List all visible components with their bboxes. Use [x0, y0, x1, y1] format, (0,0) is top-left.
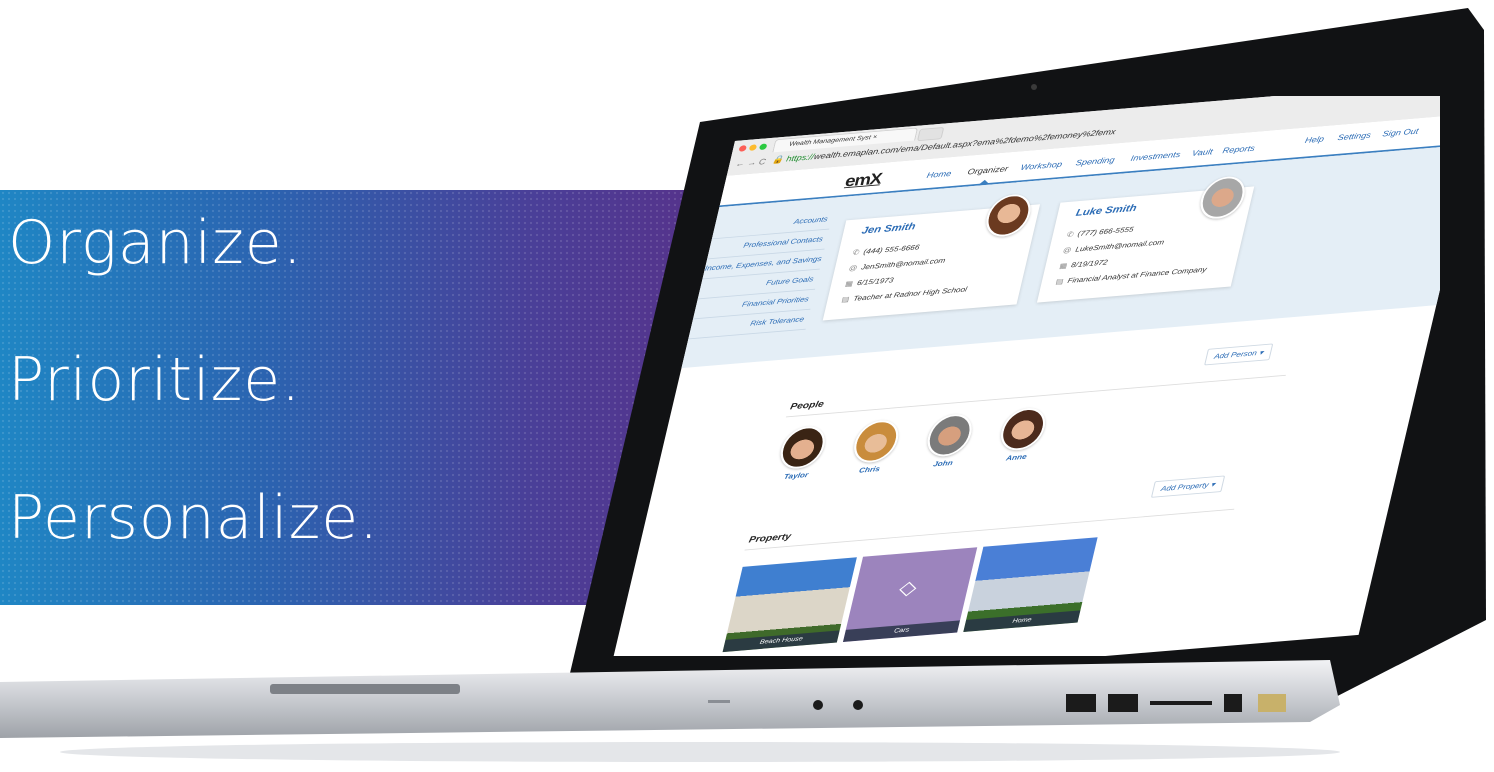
headphone-port — [813, 700, 823, 710]
property-section-title: Property — [747, 532, 792, 546]
url-scheme: https:// — [785, 152, 816, 164]
property-divider — [744, 508, 1235, 551]
sd-slot — [1150, 701, 1212, 705]
client-name: Luke Smith — [1074, 202, 1138, 219]
person-avatar — [776, 424, 830, 471]
mic-port — [853, 700, 863, 710]
webcam — [1031, 84, 1037, 90]
briefcase-icon: ▤ — [840, 295, 851, 304]
nav-vault[interactable]: Vault — [1191, 147, 1214, 157]
client-job-value: Teacher at Radnor High School — [852, 285, 968, 303]
laptop-base — [0, 660, 1340, 738]
nav-home[interactable]: Home — [926, 169, 953, 180]
client-job: ▤ Teacher at Radnor High School — [841, 285, 968, 303]
maximize-window-icon[interactable] — [758, 143, 768, 151]
slogan-line-personalize: Personalize. — [8, 483, 380, 553]
person-item[interactable]: Taylor — [773, 424, 830, 482]
emx-logo[interactable]: emX — [843, 170, 883, 191]
usb-port-2 — [1108, 694, 1138, 712]
client-phone: ✆ (444) 555-6666 — [852, 243, 921, 256]
email-icon: @ — [1062, 245, 1073, 255]
usb-port-1 — [1066, 694, 1096, 712]
client-dob: ▦ 8/19/1972 — [1059, 258, 1109, 270]
browser-nav-icons[interactable]: ← → C — [735, 157, 767, 168]
client-email: @ LukeSmith@nomail.com — [1062, 238, 1165, 254]
laptop-shadow — [60, 742, 1340, 762]
nav-settings[interactable]: Settings — [1337, 131, 1372, 142]
client-phone: ✆ (777) 666-5555 — [1066, 225, 1135, 238]
indicator-light — [708, 700, 730, 703]
laptop-screen: Wealth Management Syst × ← → C 🔒 https:/… — [600, 96, 1440, 656]
new-tab-button[interactable] — [916, 126, 945, 142]
trackpad-notch — [270, 684, 460, 694]
close-window-icon[interactable] — [738, 145, 748, 152]
person-item[interactable]: John — [920, 412, 977, 470]
person-item[interactable]: Chris — [846, 418, 903, 476]
person-item[interactable]: Anne — [993, 406, 1050, 463]
client-email-value: LukeSmith@nomail.com — [1074, 238, 1166, 254]
property-tile-beach-house[interactable]: Beach House — [722, 557, 857, 653]
nav-help[interactable]: Help — [1304, 134, 1325, 144]
nav-workshop[interactable]: Workshop — [1020, 160, 1063, 172]
nav-sign-out[interactable]: Sign Out — [1382, 127, 1420, 139]
property-label: Beach House — [722, 630, 840, 653]
property-label: Home — [963, 610, 1081, 633]
nav-organizer[interactable]: Organizer — [967, 164, 1009, 176]
client-job-value: Financial Analyst at Finance Company — [1066, 265, 1208, 285]
property-label: Cars — [842, 620, 961, 643]
add-person-button[interactable]: Add Person ▾ — [1204, 343, 1274, 366]
client-card-spouse[interactable]: Luke Smith ✆ (777) 666-5555 @ LukeSmith@no… — [1036, 174, 1255, 303]
calendar-icon: ▦ — [844, 279, 854, 288]
person-name: John — [932, 458, 954, 469]
property-tile-cars[interactable]: ◇ Cars — [842, 547, 978, 643]
lock-icon: 🔒 — [771, 154, 785, 165]
briefcase-icon: ▤ — [1054, 277, 1065, 286]
client-dob-value: 8/19/1972 — [1070, 258, 1109, 270]
client-phone-value: (777) 666-5555 — [1076, 225, 1135, 238]
nav-spending[interactable]: Spending — [1075, 155, 1116, 167]
client-name: Jen Smith — [860, 221, 917, 237]
minimize-window-icon[interactable] — [748, 144, 758, 151]
client-dob-value: 6/15/1973 — [856, 276, 895, 287]
client-email-value: JenSmith@nomail.com — [860, 256, 947, 272]
tab-title: Wealth Management Syst — [788, 134, 872, 148]
email-icon: @ — [848, 263, 859, 273]
client-email: @ JenSmith@nomail.com — [848, 256, 946, 272]
person-name: Chris — [858, 464, 881, 475]
property-tile-home[interactable]: Home — [963, 537, 1098, 633]
nav-reports[interactable]: Reports — [1222, 144, 1256, 155]
person-name: Anne — [1005, 452, 1028, 463]
person-avatar — [849, 418, 903, 465]
calendar-icon: ▦ — [1058, 261, 1069, 271]
diamond-icon: ◇ — [897, 575, 920, 600]
person-avatar — [996, 406, 1050, 452]
people-section-title: People — [789, 399, 825, 412]
add-property-button[interactable]: Add Property ▾ — [1150, 475, 1226, 498]
phone-icon: ✆ — [851, 248, 861, 257]
person-avatar — [923, 412, 976, 458]
magsafe-port — [1258, 694, 1286, 712]
person-name: Taylor — [783, 470, 810, 481]
thunderbolt-port — [1224, 694, 1242, 712]
nav-investments[interactable]: Investments — [1130, 150, 1182, 163]
slogan-line-prioritize: Prioritize. — [8, 345, 302, 415]
client-dob: ▦ 6/15/1973 — [844, 276, 894, 288]
browser-window: Wealth Management Syst × ← → C 🔒 https:/… — [603, 96, 1440, 656]
client-card-primary[interactable]: Jen Smith ✆ (444) 555-6666 @ JenSmith@noma… — [822, 192, 1041, 321]
slogan-line-organize: Organize. — [8, 208, 303, 278]
client-phone-value: (444) 555-6666 — [862, 243, 921, 256]
phone-icon: ✆ — [1065, 230, 1075, 239]
